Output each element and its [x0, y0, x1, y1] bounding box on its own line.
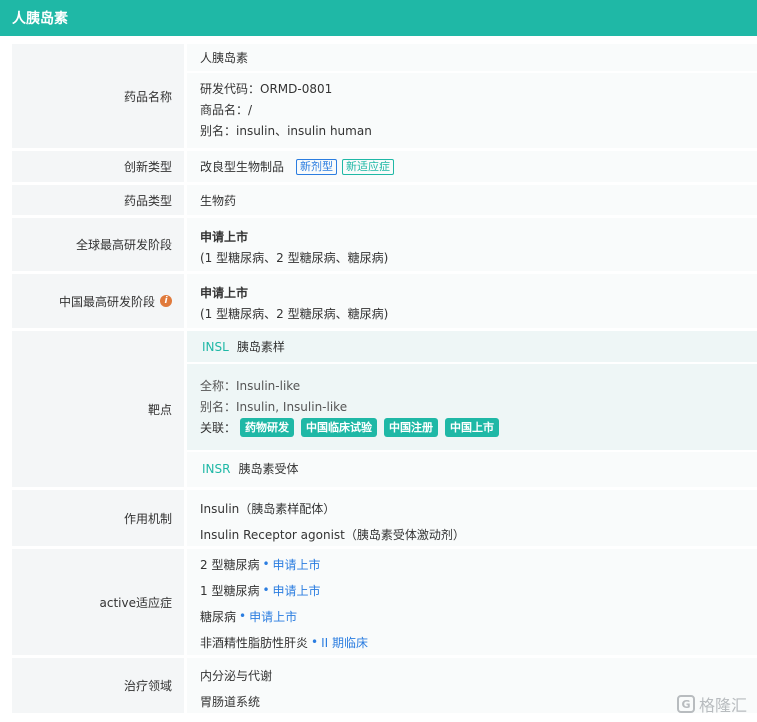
row-label: 治疗领域 — [12, 658, 184, 713]
indication-stage[interactable]: II 期临床 — [321, 634, 368, 651]
related-tag[interactable]: 中国上市 — [445, 418, 500, 437]
drug-code: 研发代码：ORMD-0801 — [200, 81, 333, 96]
row-content: 内分泌与代谢 胃肠道系统 — [187, 658, 757, 713]
row-mechanism: 作用机制 Insulin（胰岛素样配体） Insulin Receptor ag… — [12, 490, 757, 549]
row-indication: active适应症 2 型糖尿病 • 申请上市 1 型糖尿病 • 申请上市 糖尿… — [12, 549, 757, 658]
info-icon[interactable]: i — [160, 295, 172, 307]
indication-name: 2 型糖尿病 — [200, 557, 260, 572]
target-fullname: 全称：Insulin-like — [200, 379, 301, 393]
indication-item: 1 型糖尿病 • 申请上市 — [187, 577, 757, 603]
target-insl[interactable]: INSL 胰岛素样 — [187, 331, 757, 364]
bullet-icon: • — [262, 583, 270, 597]
innovation-value: 改良型生物制品 — [200, 160, 285, 174]
therapy-area: 内分泌与代谢 — [200, 668, 273, 683]
mechanism-2: Insulin Receptor agonist（胰岛素受体激动剂） — [200, 527, 465, 542]
indication-stage[interactable]: 申请上市 — [249, 608, 297, 625]
indication-stage[interactable]: 申请上市 — [273, 582, 321, 599]
target-name: 胰岛素样 — [236, 340, 285, 354]
row-global-stage: 全球最高研发阶段 申请上市 (1 型糖尿病、2 型糖尿病、糖尿病) — [12, 218, 757, 274]
row-china-stage: 中国最高研发阶段 i 申请上市 (1 型糖尿病、2 型糖尿病、糖尿病) — [12, 274, 757, 331]
related-tag[interactable]: 中国临床试验 — [301, 418, 378, 437]
target-detail: 全称：Insulin-like 别名：Insulin, Insulin-like… — [187, 364, 757, 452]
indication-name: 非酒精性脂肪性肝炎 — [200, 635, 309, 650]
row-drug-type: 药品类型 生物药 — [12, 185, 757, 218]
target-insr[interactable]: INSR 胰岛素受体 — [187, 452, 757, 485]
drug-trade-name: 商品名：/ — [200, 103, 253, 117]
indication-name: 糖尿病 — [200, 609, 237, 624]
indication-name: 1 型糖尿病 — [200, 583, 260, 598]
target-name: 胰岛素受体 — [238, 462, 299, 476]
watermark: G 格隆汇 — [676, 692, 747, 716]
badge-new-dosage: 新剂型 — [296, 158, 338, 175]
drug-alias: 别名：insulin、insulin human — [200, 124, 372, 138]
china-stage-detail: (1 型糖尿病、2 型糖尿病、糖尿病) — [200, 307, 389, 321]
indication-item: 非酒精性脂肪性肝炎 • II 期临床 — [187, 629, 757, 655]
page-title: 人胰岛素 — [12, 11, 68, 27]
bullet-icon: • — [311, 635, 319, 649]
row-content: 人胰岛素 研发代码：ORMD-0801 商品名：/ 别名：insulin、ins… — [187, 44, 757, 148]
target-code[interactable]: INSL — [202, 340, 229, 354]
indication-stage[interactable]: 申请上市 — [273, 556, 321, 573]
target-related: 关联： 药物研发 中国临床试验 中国注册 中国上市 — [187, 417, 757, 438]
bullet-icon: • — [239, 609, 247, 623]
row-content: Insulin（胰岛素样配体） Insulin Receptor agonist… — [187, 490, 757, 546]
bullet-icon: • — [262, 557, 270, 571]
drug-name-value: 人胰岛素 — [187, 44, 757, 73]
row-content: 改良型生物制品 新剂型 新适应症 — [187, 151, 757, 182]
row-label: 全球最高研发阶段 — [12, 218, 184, 271]
row-label: 中国最高研发阶段 i — [12, 274, 184, 328]
row-label: 药品类型 — [12, 185, 184, 215]
drug-type-value: 生物药 — [187, 185, 757, 215]
row-label: active适应症 — [12, 549, 184, 655]
target-code[interactable]: INSR — [202, 462, 230, 476]
row-target: 靶点 INSL 胰岛素样 全称：Insulin-like 别名：Insulin,… — [12, 331, 757, 490]
global-stage-value: 申请上市 — [200, 230, 249, 244]
therapy-area: 胃肠道系统 — [200, 694, 261, 709]
row-label: 药品名称 — [12, 44, 184, 148]
drug-info-table: 药品名称 人胰岛素 研发代码：ORMD-0801 商品名：/ 别名：insuli… — [12, 44, 757, 716]
row-innovation: 创新类型 改良型生物制品 新剂型 新适应症 — [12, 151, 757, 185]
page-header: 人胰岛素 — [0, 0, 757, 36]
row-content: INSL 胰岛素样 全称：Insulin-like 别名：Insulin, In… — [187, 331, 757, 487]
china-stage-value: 申请上市 — [200, 286, 249, 300]
row-label: 创新类型 — [12, 151, 184, 182]
row-label: 作用机制 — [12, 490, 184, 546]
watermark-text: 格隆汇 — [698, 696, 747, 715]
related-label: 关联： — [200, 421, 237, 435]
badge-new-indication: 新适应症 — [342, 158, 395, 175]
related-tag[interactable]: 药物研发 — [240, 418, 295, 437]
target-alias: 别名：Insulin, Insulin-like — [200, 400, 348, 414]
global-stage-detail: (1 型糖尿病、2 型糖尿病、糖尿病) — [200, 251, 389, 265]
related-tag[interactable]: 中国注册 — [384, 418, 439, 437]
row-label: 靶点 — [12, 331, 184, 487]
mechanism-1: Insulin（胰岛素样配体） — [200, 501, 336, 516]
row-content: 申请上市 (1 型糖尿病、2 型糖尿病、糖尿病) — [187, 274, 757, 328]
row-therapy: 治疗领域 内分泌与代谢 胃肠道系统 — [12, 658, 757, 716]
indication-item: 2 型糖尿病 • 申请上市 — [187, 551, 757, 577]
label-text: 中国最高研发阶段 — [58, 294, 155, 309]
indication-item: 糖尿病 • 申请上市 — [187, 603, 757, 629]
row-content: 2 型糖尿病 • 申请上市 1 型糖尿病 • 申请上市 糖尿病 • 申请上市 非… — [187, 549, 757, 655]
gelonghui-logo-icon: G — [676, 695, 695, 713]
row-drug-name: 药品名称 人胰岛素 研发代码：ORMD-0801 商品名：/ 别名：insuli… — [12, 44, 757, 151]
row-content: 申请上市 (1 型糖尿病、2 型糖尿病、糖尿病) — [187, 218, 757, 271]
